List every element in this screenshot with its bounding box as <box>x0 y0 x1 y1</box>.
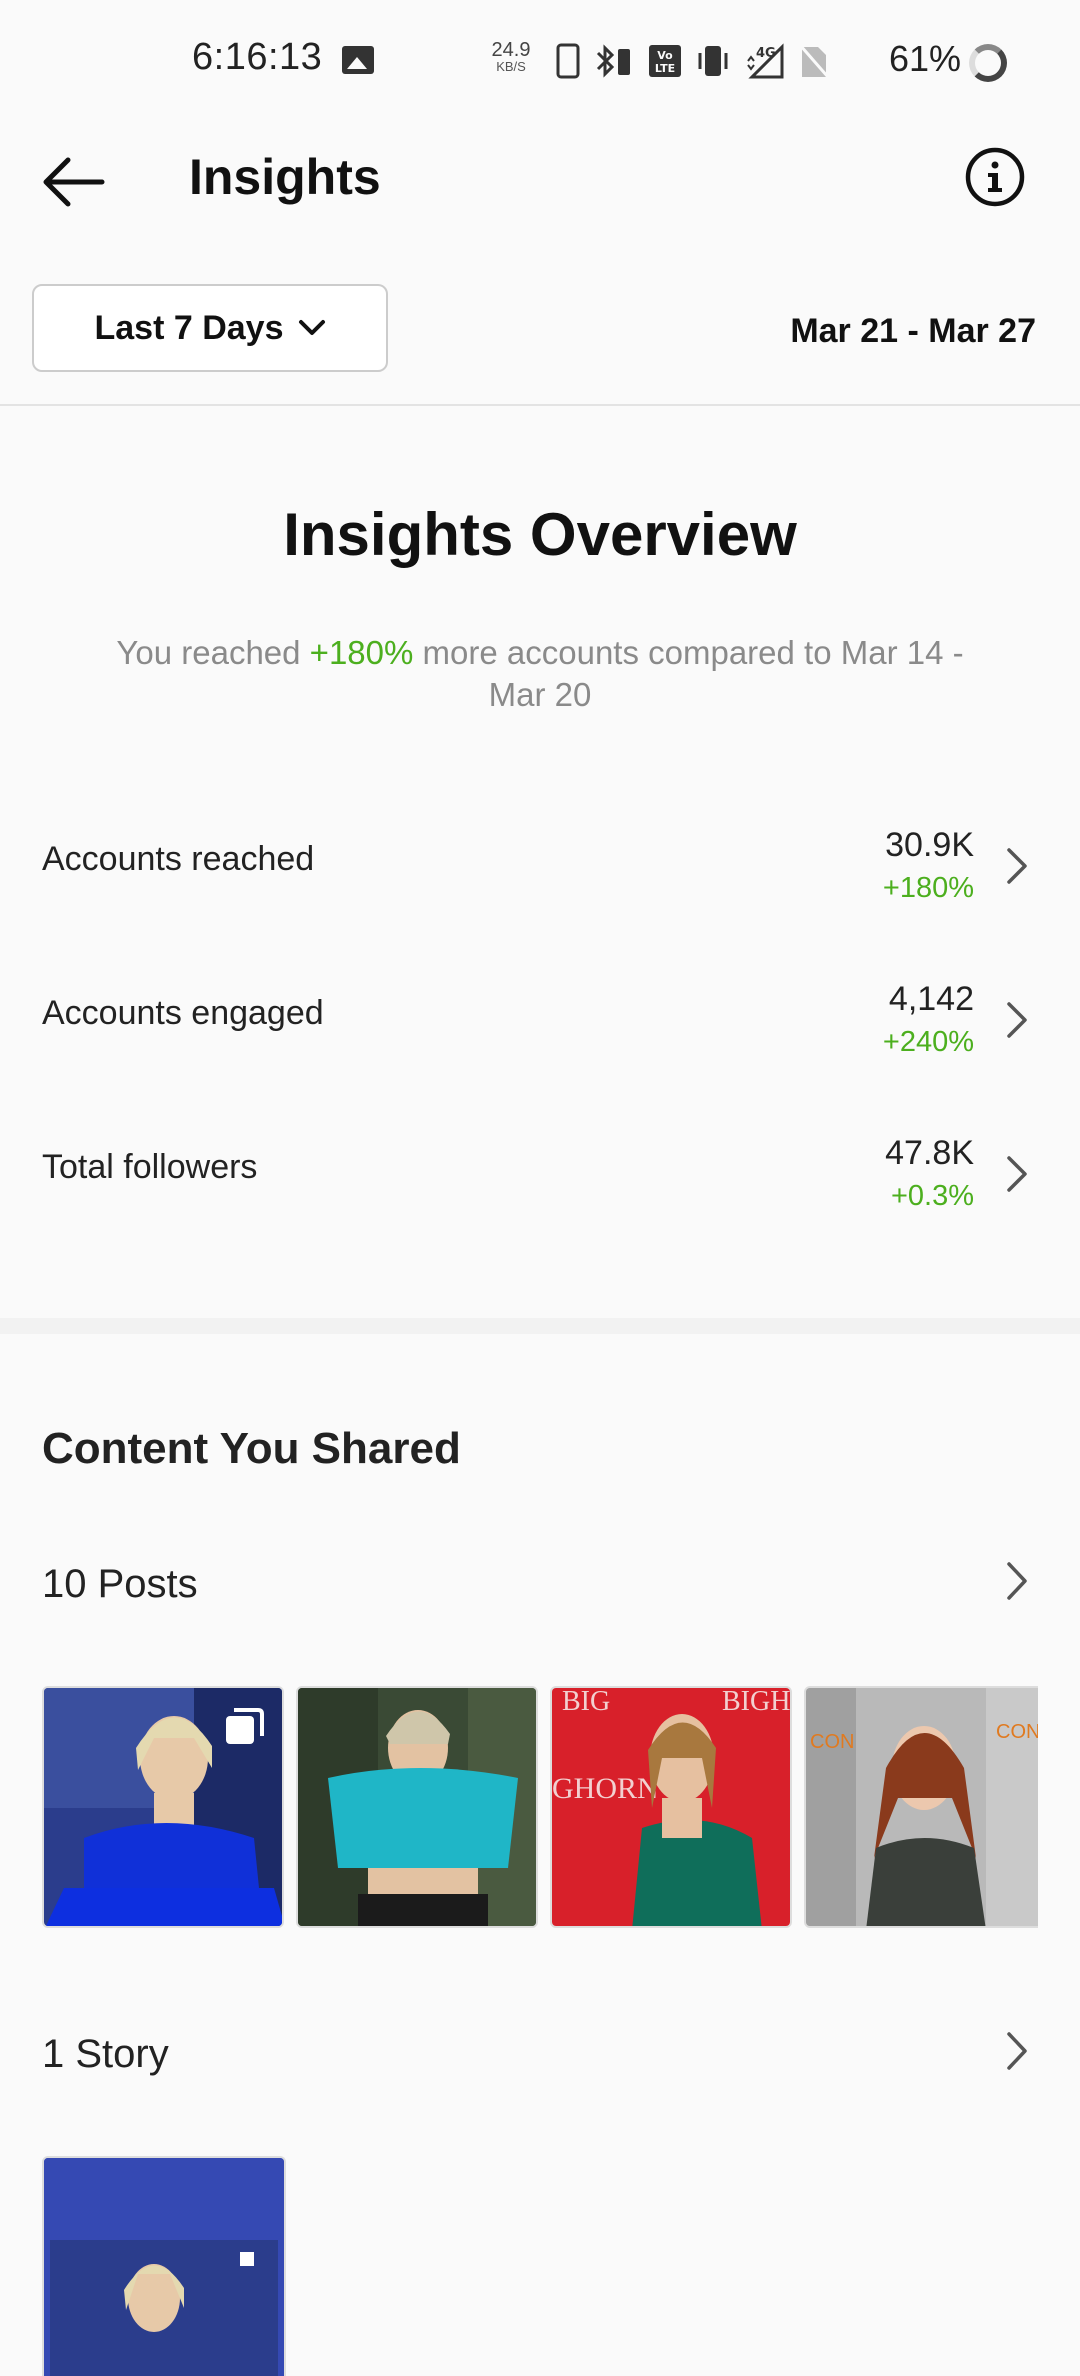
post-thumbnail[interactable]: CON CON <box>804 1686 1038 1928</box>
post-thumbnails: BIG BIGH GHORN CON CON <box>42 1686 1038 1928</box>
image-notification-icon <box>342 46 374 74</box>
metric-row-total-followers[interactable]: Total followers 47.8K +0.3% <box>0 1120 1080 1230</box>
metric-row-accounts-engaged[interactable]: Accounts engaged 4,142 +240% <box>0 966 1080 1076</box>
metric-name: Accounts engaged <box>42 994 324 1032</box>
carousel-icon <box>226 1708 264 1744</box>
post-image: CON CON <box>806 1688 1038 1926</box>
story-count-label: 1 Story <box>42 2032 169 2076</box>
overview-title: Insights Overview <box>283 501 797 568</box>
chevron-down-icon <box>298 320 325 335</box>
back-arrow-icon[interactable] <box>38 152 108 212</box>
post-image <box>298 1688 536 1926</box>
svg-text:BIGH: BIGH <box>722 1688 790 1717</box>
stories-row[interactable]: 1 Story <box>0 2022 1080 2092</box>
chevron-right-icon <box>1007 1562 1027 1600</box>
post-image: BIG BIGH GHORN <box>552 1688 790 1926</box>
battery-percent: 61% <box>889 38 962 79</box>
overview-summary-prefix: You reached <box>116 634 310 671</box>
status-bar: 6:16:13 24.9 KB/S Vo LTE 4G 61% <box>0 0 1080 122</box>
signal-4g-icon: 4G <box>747 43 784 79</box>
page-title: Insights <box>189 149 381 205</box>
post-thumbnail[interactable] <box>42 1686 284 1928</box>
svg-text:GHORN: GHORN <box>552 1772 659 1805</box>
posts-count-label: 10 Posts <box>42 1562 198 1606</box>
overview-summary-highlight: +180% <box>309 634 414 671</box>
post-thumbnail[interactable] <box>296 1686 538 1928</box>
status-icons: Vo LTE 4G <box>556 40 828 82</box>
metric-change: +180% <box>882 872 974 904</box>
post-thumbnail[interactable]: BIG BIGH GHORN <box>550 1686 792 1928</box>
content-section-title: Content You Shared <box>42 1424 461 1473</box>
app-bar: Insights <box>0 122 1080 240</box>
date-range-text: Mar 21 - Mar 27 <box>790 312 1036 350</box>
network-speed-value: 24.9 <box>491 39 531 61</box>
network-speed-unit: KB/S <box>496 59 526 74</box>
metric-change: +240% <box>882 1026 974 1058</box>
section-divider <box>0 1318 1080 1334</box>
status-time: 6:16:13 <box>192 36 323 78</box>
metric-name: Accounts reached <box>42 840 315 878</box>
battery-ring-icon <box>969 44 1007 82</box>
metric-value: 47.8K <box>885 1134 974 1172</box>
phone-icon <box>556 43 580 79</box>
no-sim-icon <box>798 44 828 78</box>
svg-text:BIG: BIG <box>562 1688 610 1717</box>
chevron-right-icon <box>1007 1156 1027 1192</box>
story-image <box>44 2158 284 2376</box>
chevron-right-icon <box>1007 1002 1027 1038</box>
svg-text:CON: CON <box>810 1731 854 1753</box>
chevron-right-icon <box>1007 848 1027 884</box>
divider <box>0 404 1080 406</box>
date-range-dropdown-label: Last 7 Days <box>94 308 284 347</box>
network-speed: 24.9 KB/S <box>488 40 534 73</box>
story-thumbnail[interactable] <box>42 2156 286 2376</box>
metric-row-accounts-reached[interactable]: Accounts reached 30.9K +180% <box>0 812 1080 922</box>
vibrate-icon <box>698 46 728 76</box>
overview-summary: You reached +180% more accounts compared… <box>90 632 990 716</box>
svg-text:4G: 4G <box>756 46 776 61</box>
metric-name: Total followers <box>42 1148 258 1186</box>
posts-row[interactable]: 10 Posts <box>0 1552 1080 1622</box>
bluetooth-battery-icon <box>596 44 630 78</box>
svg-text:CON: CON <box>996 1721 1038 1743</box>
metric-change: +0.3% <box>890 1180 974 1212</box>
svg-text:Vo: Vo <box>657 49 673 62</box>
date-range-dropdown[interactable]: Last 7 Days <box>32 284 388 372</box>
overview-summary-suffix: more accounts compared to Mar 14 - Mar 2… <box>413 634 964 713</box>
metric-value: 30.9K <box>885 826 974 864</box>
svg-text:LTE: LTE <box>655 62 675 75</box>
metric-value: 4,142 <box>888 980 974 1018</box>
chevron-right-icon <box>1007 2032 1027 2070</box>
info-icon[interactable] <box>964 146 1026 208</box>
volte-icon: Vo LTE <box>649 45 681 77</box>
